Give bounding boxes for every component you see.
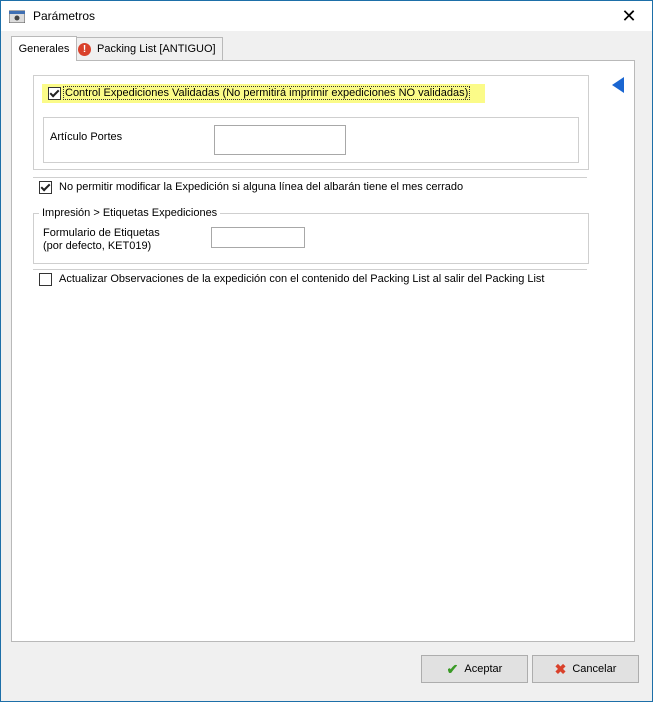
formulario-label-line2: (por defecto, KET019) <box>43 240 152 252</box>
formulario-etiquetas-input[interactable] <box>211 227 305 248</box>
warning-icon: ! <box>78 42 91 56</box>
accept-button-label: Aceptar <box>464 663 503 675</box>
actualizar-obs-checkbox[interactable] <box>39 273 52 286</box>
no-modificar-checkbox[interactable] <box>39 181 52 194</box>
close-icon: ✕ <box>621 5 637 26</box>
checkmark-icon: ✔ <box>446 660 459 677</box>
collapse-arrow-icon[interactable] <box>612 77 624 93</box>
separator-line <box>33 177 587 178</box>
tab-strip: Generales ! Packing List [ANTIGUO] <box>11 36 631 61</box>
parametros-dialog: Parámetros ✕ Generales ! Packing List [A… <box>0 0 653 702</box>
tab-panel-generales: Control Expediciones Validadas (No permi… <box>11 60 635 642</box>
app-icon <box>9 10 25 23</box>
tab-generales[interactable]: Generales <box>11 36 77 61</box>
separator-line-2 <box>33 269 587 270</box>
tab-packing-list-label: Packing List [ANTIGUO] <box>97 43 216 55</box>
etiquetas-group-title: Impresión > Etiquetas Expediciones <box>39 207 221 219</box>
no-modificar-label: No permitir modificar la Expedición si a… <box>59 181 464 193</box>
formulario-label-line1: Formulario de Etiquetas <box>43 227 160 239</box>
cancel-button[interactable]: ✖ Cancelar <box>532 655 639 683</box>
close-button[interactable]: ✕ <box>606 1 652 31</box>
articulo-portes-label: Artículo Portes <box>50 131 123 143</box>
title-bar: Parámetros ✕ <box>1 1 652 31</box>
window-title: Parámetros <box>33 9 96 23</box>
cancel-button-label: Cancelar <box>572 663 617 675</box>
control-validadas-row[interactable]: Control Expediciones Validadas (No permi… <box>42 84 485 103</box>
actualizar-obs-label: Actualizar Observaciones de la expedició… <box>59 273 545 285</box>
accept-button[interactable]: ✔ Aceptar <box>421 655 528 683</box>
x-icon: ✖ <box>554 660 567 677</box>
tab-generales-label: Generales <box>18 43 70 55</box>
articulo-portes-input[interactable] <box>214 125 346 155</box>
tab-packing-list[interactable]: ! Packing List [ANTIGUO] <box>73 37 223 60</box>
control-validadas-label: Control Expediciones Validadas (No permi… <box>63 86 471 100</box>
dialog-footer: ✔ Aceptar ✖ Cancelar <box>1 641 652 701</box>
control-validadas-checkbox[interactable] <box>48 87 61 100</box>
